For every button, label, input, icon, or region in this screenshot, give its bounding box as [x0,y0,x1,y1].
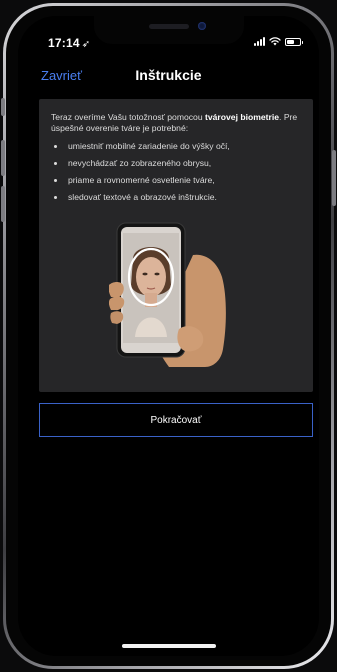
side-button-power [332,150,336,206]
front-camera [198,22,206,30]
instructions-intro: Teraz overíme Vašu totožnosť pomocou tvá… [51,112,303,134]
page-title: Inštrukcie [135,67,202,83]
side-button-volume-up [1,140,5,176]
battery-icon [285,37,303,46]
wifi-icon [269,37,281,46]
home-indicator[interactable] [122,644,216,648]
side-button-silent [1,98,5,116]
instructions-card: Teraz overíme Vašu totožnosť pomocou tvá… [39,99,313,392]
intro-text-start: Teraz overíme Vašu totožnosť pomocou [51,112,206,122]
battery-fill [287,39,294,44]
status-time-text: 17:14 [48,36,80,50]
notch [94,16,244,44]
speaker-grille [149,24,189,29]
intro-text-bold: tvárovej biometrie [205,112,280,122]
hand-holding-phone-illustration [109,222,226,367]
location-arrow-icon: ➶ [81,39,91,50]
list-item: nevychádzať zo zobrazeného obrysu, [51,158,230,175]
phone-screen: 17:14 ➶ Zavrieť Inštrukcie Teraz overíme … [18,16,319,656]
status-bar-time: 17:14 ➶ [48,36,90,50]
list-item: sledovať textové a obrazové inštrukcie. [51,192,230,209]
list-item: umiestniť mobilné zariadenie do výšky oč… [51,141,230,158]
side-button-volume-down [1,186,5,222]
status-bar-icons [254,37,303,46]
instructions-list: umiestniť mobilné zariadenie do výšky oč… [51,141,230,209]
list-item: priame a rovnomerné osvetlenie tváre, [51,175,230,192]
signal-icon [254,37,265,46]
continue-button[interactable]: Pokračovať [39,403,313,437]
